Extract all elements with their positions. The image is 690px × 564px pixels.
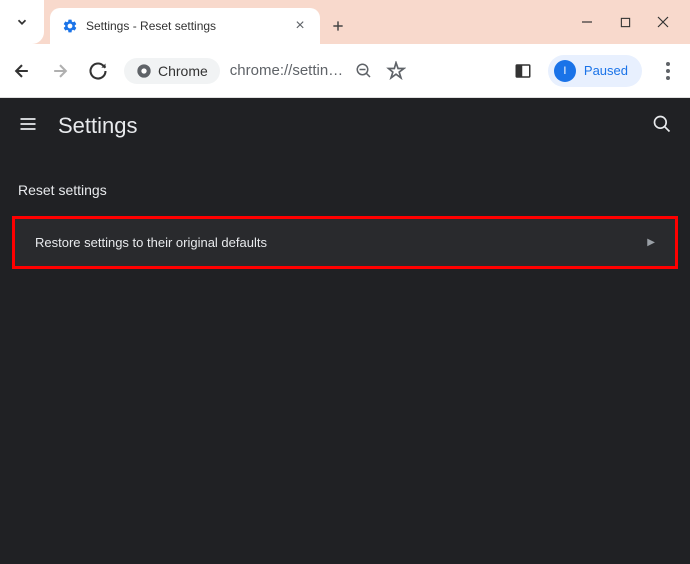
kebab-icon	[666, 62, 670, 80]
settings-search-button[interactable]	[652, 114, 672, 139]
maximize-button[interactable]	[618, 15, 632, 29]
tab-title: Settings - Reset settings	[86, 19, 284, 33]
url-text: chrome://settin…	[230, 62, 343, 79]
chevron-down-icon	[15, 15, 29, 29]
profile-status: Paused	[584, 63, 628, 78]
window-controls	[560, 0, 690, 44]
gear-icon	[62, 18, 78, 34]
close-icon[interactable]: ×	[292, 18, 308, 34]
search-icon	[652, 114, 672, 134]
chevron-right-icon: ▶	[647, 237, 655, 248]
zoom-icon[interactable]	[353, 60, 375, 82]
avatar: I	[554, 60, 576, 82]
browser-titlebar: Settings - Reset settings ×	[0, 0, 690, 44]
section-heading: Reset settings	[0, 154, 690, 210]
browser-toolbar: Chrome chrome://settin… I Paused	[0, 44, 690, 98]
restore-defaults-label: Restore settings to their original defau…	[35, 235, 647, 250]
menu-toggle[interactable]	[18, 114, 38, 139]
reload-button[interactable]	[86, 59, 110, 83]
forward-button[interactable]	[48, 59, 72, 83]
back-button[interactable]	[10, 59, 34, 83]
new-tab-button[interactable]	[320, 8, 356, 44]
tab-search-dropdown[interactable]	[0, 0, 44, 44]
site-chip-label: Chrome	[158, 63, 208, 79]
hamburger-icon	[18, 114, 38, 134]
minimize-button[interactable]	[580, 15, 594, 29]
chrome-icon	[136, 63, 152, 79]
restore-defaults-row[interactable]: Restore settings to their original defau…	[12, 216, 678, 269]
site-chip[interactable]: Chrome	[124, 58, 220, 84]
browser-menu-button[interactable]	[656, 59, 680, 83]
bookmark-icon[interactable]	[385, 60, 407, 82]
profile-button[interactable]: I Paused	[548, 55, 642, 87]
side-panel-icon[interactable]	[512, 60, 534, 82]
address-bar[interactable]: Chrome chrome://settin…	[124, 58, 498, 84]
close-window-button[interactable]	[656, 15, 670, 29]
browser-tab-active[interactable]: Settings - Reset settings ×	[50, 8, 320, 44]
settings-page: Settings Reset settings Restore settings…	[0, 98, 690, 564]
plus-icon	[331, 19, 345, 33]
settings-header: Settings	[0, 98, 690, 154]
page-title: Settings	[58, 113, 138, 139]
